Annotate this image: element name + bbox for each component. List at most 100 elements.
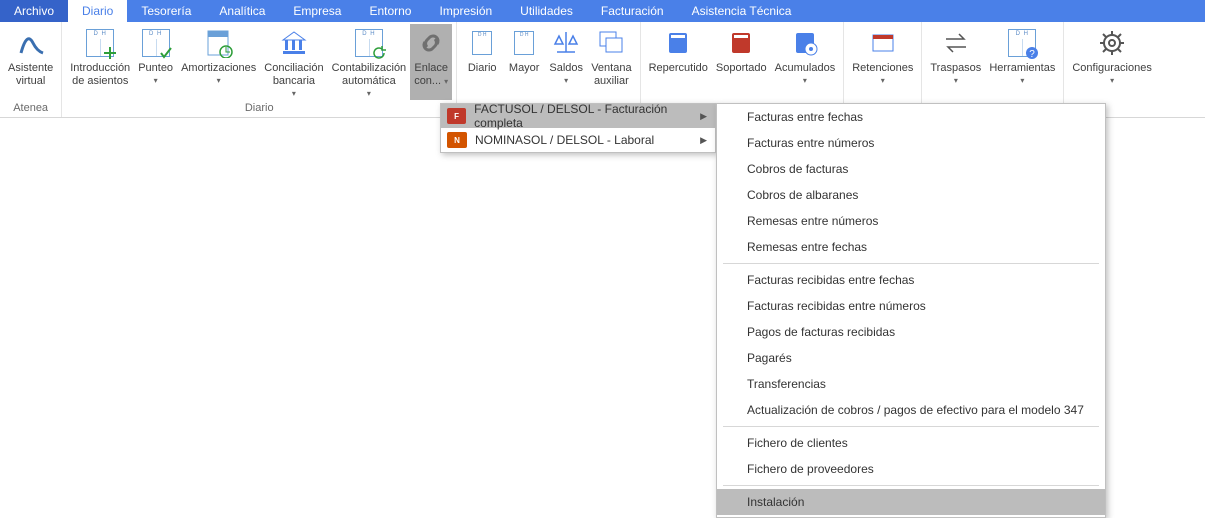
submenu-item[interactable]: Facturas entre números bbox=[717, 130, 1105, 156]
btn-label: bancaria bbox=[273, 75, 315, 87]
tab-tesoreria[interactable]: Tesorería bbox=[127, 0, 205, 22]
contabilizacion-automatica-button[interactable]: Contabilizaciónautomática ▾ bbox=[328, 24, 411, 100]
traspasos-button[interactable]: Traspasos ▾ bbox=[926, 24, 985, 100]
tab-label: Archivo bbox=[14, 4, 54, 18]
btn-label: Asistente bbox=[8, 62, 53, 74]
btn-label: Enlace bbox=[414, 62, 448, 74]
submenu-item[interactable]: Instalación bbox=[717, 489, 1105, 515]
submenu-item[interactable]: Pagarés bbox=[717, 345, 1105, 371]
ledger-small-icon bbox=[465, 26, 499, 60]
ledger-add-icon bbox=[83, 26, 117, 60]
table-red-icon bbox=[866, 26, 900, 60]
enlace-con-button[interactable]: Enlacecon... ▾ bbox=[410, 24, 452, 100]
btn-label: virtual bbox=[16, 75, 45, 87]
submenu-item[interactable]: Fichero de clientes bbox=[717, 430, 1105, 456]
herramientas-button[interactable]: ? Herramientas ▾ bbox=[985, 24, 1059, 100]
submenu-item-label: Instalación bbox=[747, 495, 804, 509]
chevron-down-icon: ▾ bbox=[292, 89, 296, 98]
btn-label: Saldos bbox=[549, 62, 583, 74]
saldos-button[interactable]: Saldos ▾ bbox=[545, 24, 587, 100]
submenu-item[interactable]: Remesas entre fechas bbox=[717, 234, 1105, 260]
conciliacion-bancaria-button[interactable]: Conciliaciónbancaria ▾ bbox=[260, 24, 327, 100]
btn-label: Configuraciones bbox=[1072, 62, 1152, 74]
submenu-item[interactable]: Facturas recibidas entre números bbox=[717, 293, 1105, 319]
submenu-item-label: Pagarés bbox=[747, 351, 792, 365]
amortizaciones-button[interactable]: Amortizaciones ▾ bbox=[177, 24, 260, 100]
btn-label: Amortizaciones bbox=[181, 62, 256, 74]
tab-impresion[interactable]: Impresión bbox=[425, 0, 506, 22]
btn-label: Soportado bbox=[716, 62, 767, 74]
btn-label: Introducción bbox=[70, 62, 130, 74]
submenu-item-label: Remesas entre fechas bbox=[747, 240, 867, 254]
tab-diario[interactable]: Diario bbox=[68, 0, 127, 22]
group-label: Atenea bbox=[4, 101, 57, 117]
introduccion-asientos-button[interactable]: Introducciónde asientos bbox=[66, 24, 134, 100]
punteo-button[interactable]: Punteo ▾ bbox=[134, 24, 177, 100]
chevron-down-icon: ▾ bbox=[444, 77, 448, 86]
chevron-down-icon: ▾ bbox=[803, 76, 807, 85]
group-label: Diario bbox=[66, 101, 452, 117]
submenu-item[interactable]: Transferencias bbox=[717, 371, 1105, 397]
btn-label: Traspasos bbox=[930, 62, 981, 74]
chevron-down-icon: ▾ bbox=[217, 76, 221, 85]
tab-analitica[interactable]: Analítica bbox=[205, 0, 279, 22]
tab-empresa[interactable]: Empresa bbox=[279, 0, 355, 22]
btn-label: Ventana bbox=[591, 62, 631, 74]
ledger-check-icon bbox=[139, 26, 173, 60]
submenu-item-label: Facturas entre números bbox=[747, 136, 874, 150]
submenu-item-label: Transferencias bbox=[747, 377, 826, 391]
tab-entorno[interactable]: Entorno bbox=[355, 0, 425, 22]
submenu-item[interactable]: Pagos de facturas recibidas bbox=[717, 319, 1105, 345]
tab-label: Diario bbox=[82, 4, 113, 18]
submenu-item-label: Fichero de proveedores bbox=[747, 462, 874, 476]
windows-icon bbox=[594, 26, 628, 60]
submenu-item[interactable]: Remesas entre números bbox=[717, 208, 1105, 234]
submenu-item[interactable]: Cobros de albaranes bbox=[717, 182, 1105, 208]
amortization-icon bbox=[202, 26, 236, 60]
flyout-item-label: FACTUSOL / DELSOL - Facturación completa bbox=[474, 102, 709, 130]
tab-asistencia[interactable]: Asistencia Técnica bbox=[678, 0, 806, 22]
soportado-button[interactable]: Soportado bbox=[712, 24, 771, 100]
tab-utilidades[interactable]: Utilidades bbox=[506, 0, 587, 22]
btn-label: automática bbox=[342, 75, 396, 87]
enlace-con-flyout: F FACTUSOL / DELSOL - Facturación comple… bbox=[440, 103, 716, 153]
book-red-icon bbox=[724, 26, 758, 60]
submenu-item-label: Cobros de albaranes bbox=[747, 188, 858, 202]
mayor-button[interactable]: Mayor bbox=[503, 24, 545, 100]
factusol-submenu: Facturas entre fechas Facturas entre núme… bbox=[716, 103, 1106, 518]
submenu-item[interactable]: Facturas entre fechas bbox=[717, 104, 1105, 130]
retenciones-button[interactable]: Retenciones ▾ bbox=[848, 24, 917, 100]
btn-label: Conciliación bbox=[264, 62, 323, 74]
menu-separator bbox=[723, 485, 1099, 486]
repercutido-button[interactable]: Repercutido bbox=[645, 24, 712, 100]
ledger-help-icon: ? bbox=[1005, 26, 1039, 60]
acumulados-button[interactable]: Acumulados ▾ bbox=[771, 24, 840, 100]
flyout-item-nominasol[interactable]: N NOMINASOL / DELSOL - Laboral ▶ bbox=[441, 128, 715, 152]
btn-label: Herramientas bbox=[989, 62, 1055, 74]
asistente-virtual-button[interactable]: Asistentevirtual bbox=[4, 24, 57, 100]
ventana-auxiliar-button[interactable]: Ventanaauxiliar bbox=[587, 24, 635, 100]
submenu-item-label: Facturas entre fechas bbox=[747, 110, 863, 124]
submenu-item[interactable]: Facturas recibidas entre fechas bbox=[717, 267, 1105, 293]
diario-button[interactable]: Diario bbox=[461, 24, 503, 100]
submenu-item[interactable]: Actualización de cobros / pagos de efect… bbox=[717, 397, 1105, 423]
chevron-down-icon: ▾ bbox=[367, 89, 371, 98]
chevron-down-icon: ▾ bbox=[881, 76, 885, 85]
tab-facturacion[interactable]: Facturación bbox=[587, 0, 678, 22]
flyout-item-factusol[interactable]: F FACTUSOL / DELSOL - Facturación comple… bbox=[441, 104, 715, 128]
tab-label: Utilidades bbox=[520, 4, 573, 18]
bank-icon bbox=[277, 26, 311, 60]
tab-archivo[interactable]: Archivo bbox=[0, 0, 68, 22]
submenu-item-label: Facturas recibidas entre números bbox=[747, 299, 926, 313]
menu-separator bbox=[723, 263, 1099, 264]
configuraciones-button[interactable]: Configuraciones ▾ bbox=[1068, 24, 1156, 100]
submenu-item[interactable]: Fichero de proveedores bbox=[717, 456, 1105, 482]
tab-label: Empresa bbox=[293, 4, 341, 18]
submenu-item-label: Fichero de clientes bbox=[747, 436, 848, 450]
tab-label: Facturación bbox=[601, 4, 664, 18]
btn-label: Mayor bbox=[509, 62, 540, 74]
submenu-item-label: Cobros de facturas bbox=[747, 162, 848, 176]
tab-label: Asistencia Técnica bbox=[692, 4, 792, 18]
submenu-item[interactable]: Cobros de facturas bbox=[717, 156, 1105, 182]
chevron-right-icon: ▶ bbox=[700, 111, 707, 122]
